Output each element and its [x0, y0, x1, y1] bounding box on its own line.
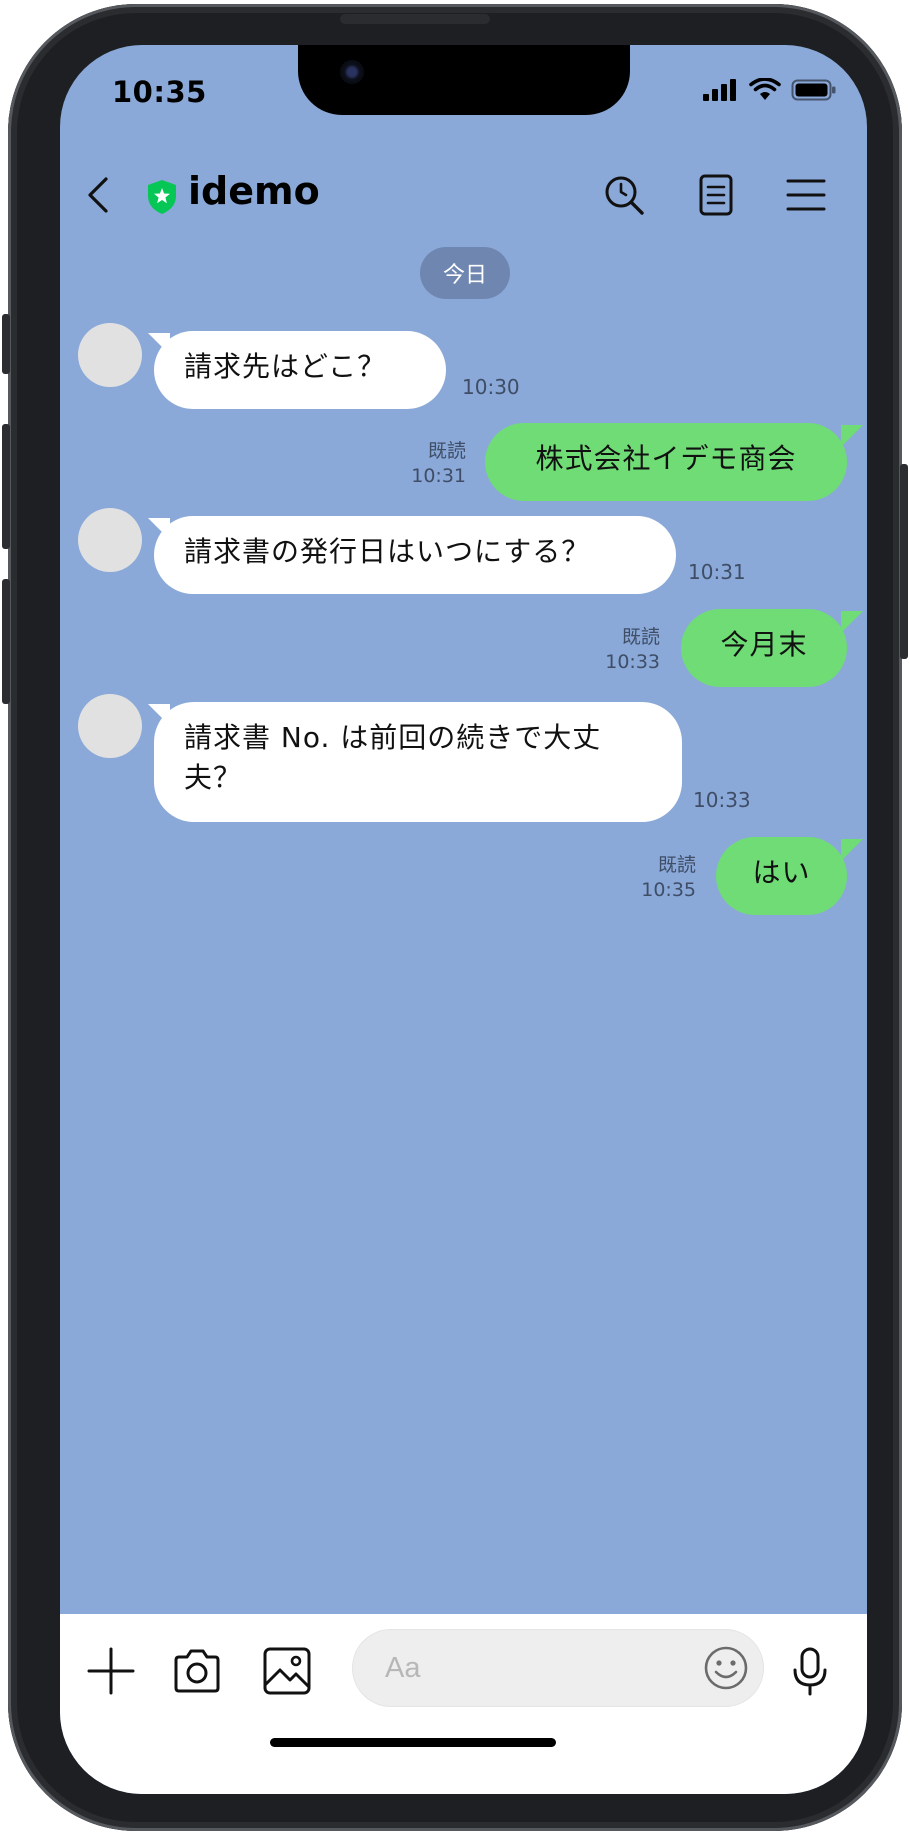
bubble-tail	[841, 425, 863, 447]
message-text: 株式会社イデモ商会	[535, 442, 797, 475]
read-label: 既読	[621, 626, 660, 648]
phone-frame: 10:35 idemo 今日 請求先はどこ？ 10:30 既読 10:31 株式…	[2, 4, 908, 1831]
message-input-bar: Aa	[60, 1614, 867, 1794]
status-time: 10:35	[112, 75, 207, 109]
outgoing-message-bubble[interactable]: はい	[716, 837, 847, 915]
avatar[interactable]	[78, 694, 142, 758]
message-input-placeholder: Aa	[385, 1652, 421, 1684]
cellular-signal-icon	[703, 79, 736, 101]
bubble-tail	[841, 611, 863, 633]
outgoing-message-bubble[interactable]: 今月末	[681, 609, 847, 687]
notes-icon[interactable]	[694, 173, 738, 217]
silent-switch	[2, 314, 10, 374]
message-text: はい	[752, 856, 811, 889]
verified-shield-icon	[148, 180, 176, 214]
menu-icon[interactable]	[784, 173, 828, 217]
message-read-status: 既読 10:35	[636, 853, 696, 903]
message-text: 請求先はどこ？	[184, 350, 387, 383]
message-read-status: 既読 10:33	[600, 625, 660, 675]
message-time: 10:33	[693, 788, 751, 812]
message-text-line: 請求書 No. は前回の続きで大丈	[184, 721, 602, 754]
message-text: 請求書の発行日はいつにする？	[184, 535, 591, 568]
mic-icon[interactable]	[785, 1646, 835, 1696]
screen: 10:35 idemo 今日 請求先はどこ？ 10:30 既読 10:31 株式…	[60, 45, 867, 1794]
plus-icon[interactable]	[86, 1646, 136, 1696]
outgoing-message-bubble[interactable]: 株式会社イデモ商会	[485, 423, 847, 501]
date-separator: 今日	[420, 247, 510, 299]
message-text: 今月末	[720, 628, 808, 661]
avatar[interactable]	[78, 323, 142, 387]
message-time: 10:33	[605, 651, 660, 673]
message-text-line: 夫？	[184, 761, 243, 794]
emoji-icon[interactable]	[701, 1643, 751, 1693]
avatar[interactable]	[78, 508, 142, 572]
message-time: 10:30	[462, 375, 520, 399]
incoming-message-bubble[interactable]: 請求書の発行日はいつにする？	[154, 516, 676, 594]
search-icon[interactable]	[602, 173, 646, 217]
message-time: 10:31	[688, 560, 746, 584]
battery-icon	[791, 79, 836, 101]
incoming-message-bubble[interactable]: 請求書 No. は前回の続きで大丈 夫？	[154, 702, 682, 822]
volume-down-button	[2, 579, 10, 704]
message-time: 10:35	[641, 879, 696, 901]
camera-icon[interactable]	[172, 1646, 222, 1696]
volume-up-button	[2, 424, 10, 549]
incoming-message-bubble[interactable]: 請求先はどこ？	[154, 331, 446, 409]
message-time: 10:31	[411, 465, 466, 487]
status-icons	[703, 77, 837, 103]
read-label: 既読	[657, 854, 696, 876]
message-read-status: 既読 10:31	[406, 439, 466, 489]
image-icon[interactable]	[262, 1646, 312, 1696]
front-camera	[340, 60, 364, 84]
power-button	[900, 464, 908, 659]
read-label: 既読	[427, 440, 466, 462]
home-indicator[interactable]	[270, 1738, 556, 1747]
earpiece	[340, 14, 490, 24]
chat-title[interactable]: idemo	[188, 169, 320, 213]
wifi-icon	[749, 78, 781, 100]
back-icon[interactable]	[80, 175, 120, 215]
chat-header: idemo	[60, 155, 867, 235]
bubble-tail	[841, 839, 863, 861]
